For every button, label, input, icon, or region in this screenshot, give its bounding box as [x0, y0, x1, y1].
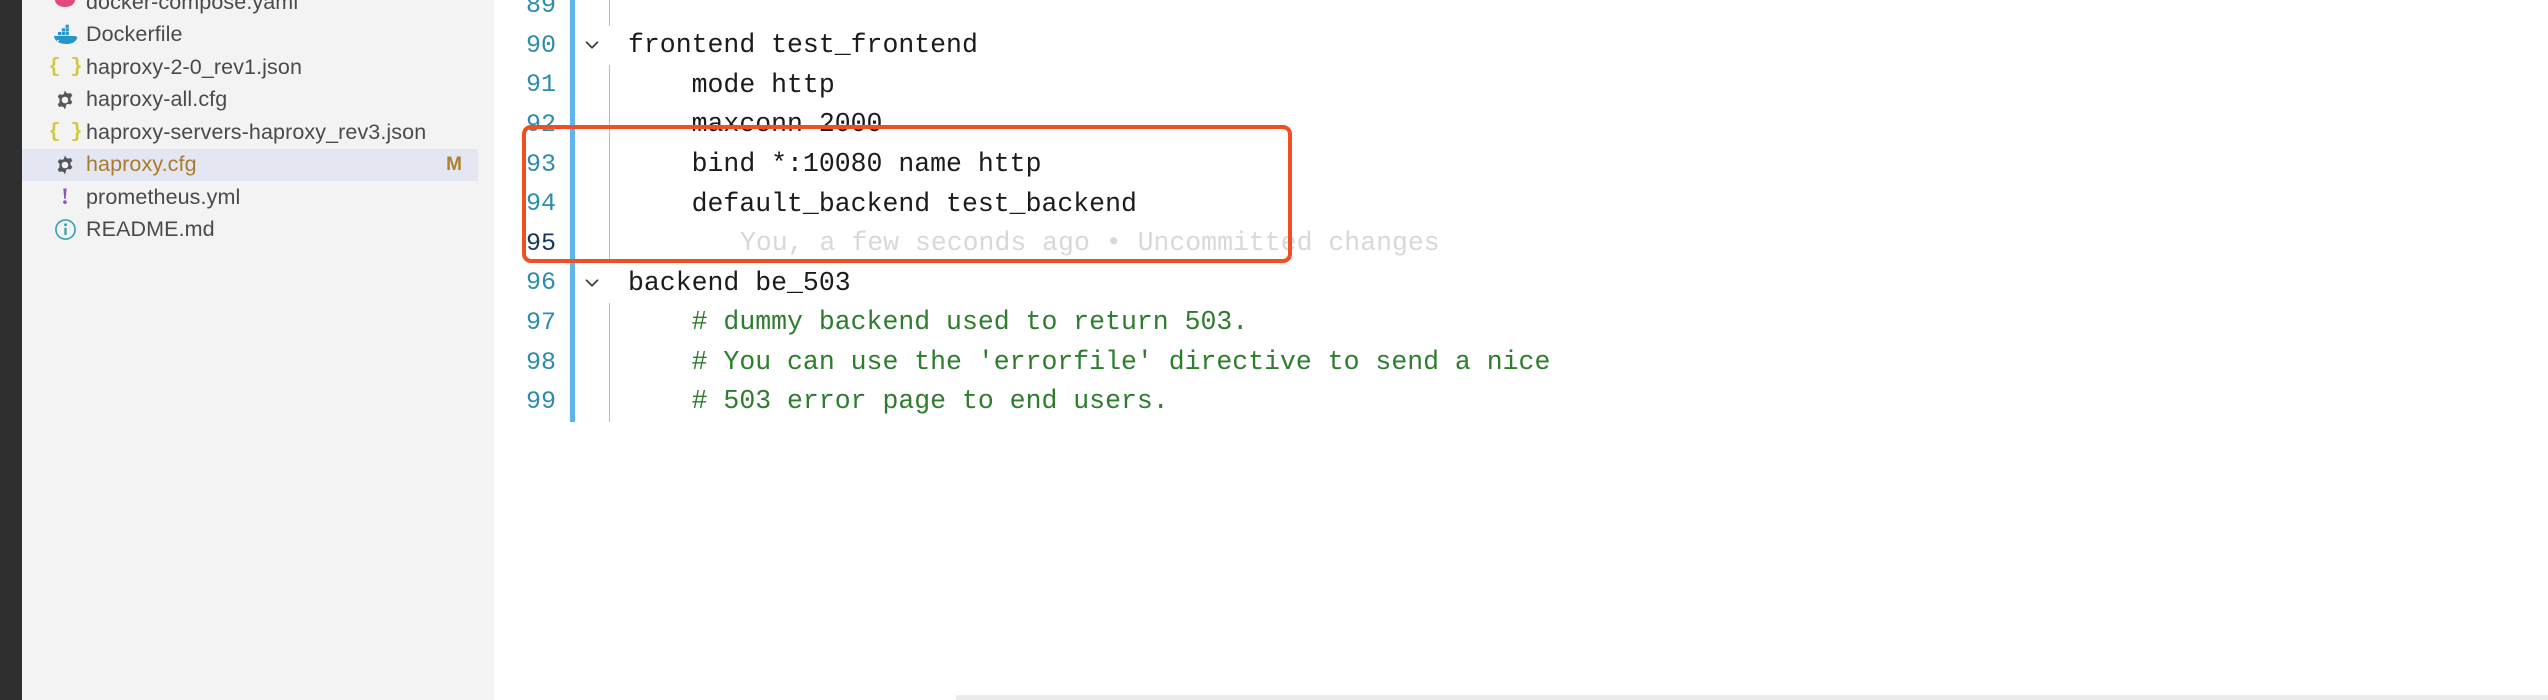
inline-git-blame: You, a few seconds ago • Uncommitted cha… [740, 228, 1440, 259]
code-text: frontend test_frontend [628, 30, 978, 61]
file-name: haproxy-2-0_rev1.json [86, 54, 303, 79]
git-modified-indicator [570, 144, 575, 184]
line-number[interactable]: 89 [494, 0, 570, 20]
chevron-down-icon[interactable] [575, 272, 609, 294]
line-number[interactable]: 90 [494, 31, 570, 60]
code-text: bind *:10080 name http [628, 148, 1042, 179]
file-name: README.md [86, 217, 215, 242]
docker-compose-whale-icon [52, 0, 78, 14]
code-line[interactable]: 90 frontend test_frontend [494, 25, 2548, 66]
json-braces-icon: { } [48, 55, 83, 79]
editor-left-margin [478, 0, 494, 700]
git-modified-indicator [570, 381, 575, 422]
code-text: backend be_503 [628, 267, 851, 298]
file-name: Dockerfile [86, 22, 183, 47]
file-name: prometheus.yml [86, 184, 241, 209]
git-modified-indicator [570, 0, 575, 26]
line-number[interactable]: 92 [494, 110, 570, 139]
file-tree-item[interactable]: { } haproxy-servers-haproxy_rev3.json [22, 116, 478, 149]
file-tree-item[interactable]: haproxy-all.cfg [22, 84, 478, 117]
warning-bang-icon: ! [61, 184, 69, 210]
code-line[interactable]: 95 You, a few seconds ago • Uncommitted c… [494, 223, 2548, 264]
code-line[interactable]: 97 # dummy backend used to return 503. [494, 302, 2548, 343]
line-number[interactable]: 97 [494, 308, 570, 337]
horizontal-scrollbar[interactable] [956, 695, 2548, 700]
code-line[interactable]: 93 bind *:10080 name http [494, 144, 2548, 184]
file-tree-item[interactable]: Dockerfile [22, 19, 478, 52]
indent-guide [609, 223, 610, 264]
file-tree-item[interactable]: haproxy.cfg M [22, 148, 478, 181]
line-number[interactable]: 93 [494, 150, 570, 179]
git-status-badge: M [446, 153, 462, 175]
code-line[interactable]: 89 [494, 0, 2548, 26]
line-number[interactable]: 95 [494, 229, 570, 258]
editor-window: docker-compose.yaml Dockerfile{ } haproxy-… [0, 0, 2548, 700]
code-text: default_backend test_backend [628, 188, 1137, 219]
json-braces-icon: { } [48, 120, 83, 144]
file-tree-item[interactable]: ! prometheus.yml [22, 181, 478, 214]
code-text: # You can use the 'errorfile' directive … [628, 346, 1551, 377]
file-tree[interactable]: docker-compose.yaml Dockerfile{ } haproxy-… [22, 0, 478, 246]
line-number[interactable]: 98 [494, 348, 570, 377]
code-line[interactable]: 96 backend be_503 [494, 263, 2548, 303]
git-modified-indicator [570, 183, 575, 224]
code-text: # dummy backend used to return 503. [628, 307, 1249, 338]
git-modified-indicator [570, 65, 575, 105]
gear-icon [52, 154, 78, 176]
git-modified-indicator [570, 342, 575, 382]
file-name: haproxy-all.cfg [86, 87, 228, 112]
file-tree-item[interactable]: { } haproxy-2-0_rev1.json [22, 51, 478, 84]
code-lines[interactable]: 89 90 frontend test_frontend 91 mode http 92… [494, 0, 2548, 422]
code-line[interactable]: 98 # You can use the 'errorfile' directi… [494, 342, 2548, 382]
chevron-down-icon[interactable] [575, 34, 609, 56]
code-editor[interactable]: 89 90 frontend test_frontend 91 mode http 92… [478, 0, 2548, 700]
line-number[interactable]: 99 [494, 387, 570, 416]
line-number[interactable]: 94 [494, 189, 570, 218]
docker-whale-icon [52, 24, 78, 46]
code-line[interactable]: 99 # 503 error page to end users. [494, 381, 2548, 422]
file-name: haproxy-servers-haproxy_rev3.json [86, 119, 427, 144]
line-number[interactable]: 96 [494, 268, 570, 297]
code-line[interactable]: 94 default_backend test_backend [494, 183, 2548, 224]
git-modified-indicator [570, 302, 575, 343]
code-text: mode http [628, 69, 835, 100]
file-explorer-sidebar[interactable]: docker-compose.yaml Dockerfile{ } haproxy-… [22, 0, 478, 700]
code-line[interactable]: 92 maxconn 2000 [494, 104, 2548, 145]
line-number[interactable]: 91 [494, 70, 570, 99]
file-tree-item[interactable]: docker-compose.yaml [22, 0, 478, 19]
gear-icon [52, 89, 78, 111]
indent-guide [609, 0, 610, 26]
code-text: maxconn 2000 [628, 109, 883, 140]
file-name: docker-compose.yaml [86, 0, 299, 14]
code-text: # 503 error page to end users. [628, 386, 1169, 417]
file-name: haproxy.cfg [86, 152, 197, 177]
git-modified-indicator [570, 104, 575, 145]
file-tree-item[interactable]: README.md [22, 214, 478, 247]
git-modified-indicator [570, 223, 575, 264]
activity-bar[interactable] [0, 0, 22, 700]
info-circle-icon [52, 218, 78, 241]
code-line[interactable]: 91 mode http [494, 65, 2548, 105]
